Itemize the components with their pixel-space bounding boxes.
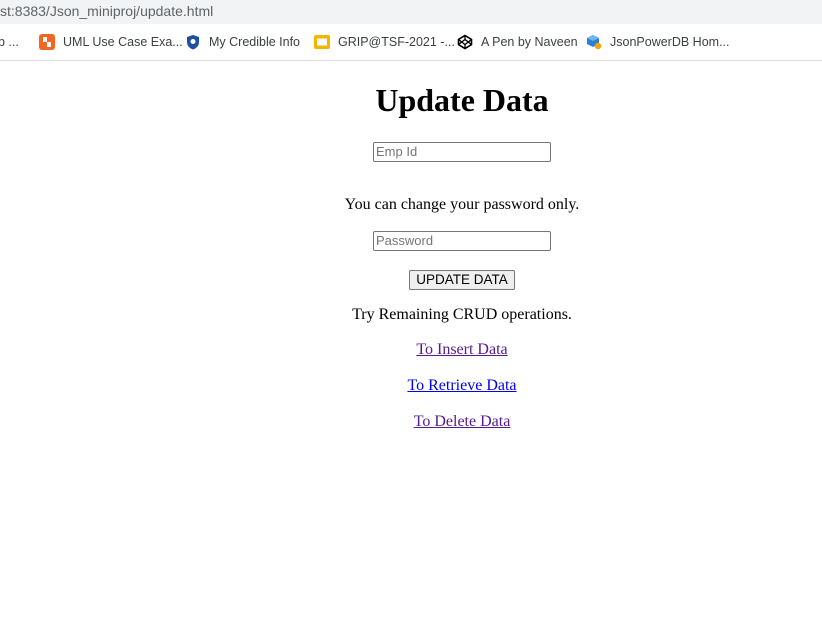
jsonpowerdb-icon — [586, 34, 602, 50]
emp-id-input[interactable] — [373, 141, 551, 162]
bookmark-uml-use-case[interactable]: UML Use Case Exa... — [39, 33, 183, 51]
shield-icon — [185, 34, 201, 50]
insert-link-row: To Insert Data — [0, 339, 822, 360]
insert-data-link[interactable]: To Insert Data — [416, 341, 507, 358]
delete-data-link[interactable]: To Delete Data — [414, 413, 511, 430]
bookmark-grip-tsf[interactable]: GRIP@TSF-2021 -... — [314, 33, 455, 51]
password-input[interactable] — [373, 230, 551, 251]
page-title: Update Data — [375, 82, 549, 118]
bookmark-truncated[interactable]: b ... — [0, 33, 19, 51]
bookmarks-bar: b ... UML Use Case Exa... My Credible In… — [0, 24, 822, 61]
codepen-icon — [457, 34, 473, 50]
retrieve-data-link[interactable]: To Retrieve Data — [407, 377, 516, 394]
bookmark-label: JsonPowerDB Hom... — [610, 35, 730, 49]
emp-id-row — [0, 141, 822, 162]
bookmark-label: UML Use Case Exa... — [63, 35, 183, 49]
update-button-row: UPDATE DATA — [0, 269, 822, 290]
crud-text: Try Remaining CRUD operations. — [352, 306, 572, 323]
bookmark-jsonpowerdb[interactable]: JsonPowerDB Hom... — [586, 33, 729, 51]
bookmark-label: GRIP@TSF-2021 -... — [338, 35, 455, 49]
address-bar[interactable]: st:8383/Json_miniproj/update.html — [0, 0, 822, 24]
update-data-button[interactable]: UPDATE DATA — [409, 269, 515, 290]
retrieve-link-row: To Retrieve Data — [0, 375, 822, 396]
bookmark-a-pen-by-naveen[interactable]: A Pen by Naveen — [457, 33, 578, 51]
bookmark-label: b ... — [0, 35, 19, 49]
url-text[interactable]: st:8383/Json_miniproj/update.html — [0, 3, 213, 19]
lucidchart-icon — [39, 34, 55, 50]
delete-link-row: To Delete Data — [0, 411, 822, 432]
password-row — [0, 230, 822, 251]
bookmark-label: A Pen by Naveen — [481, 35, 578, 49]
page-content: Update Data You can change your password… — [0, 61, 822, 622]
password-note: You can change your password only. — [344, 196, 580, 213]
slides-icon — [314, 34, 330, 50]
bookmark-label: My Credible Info — [209, 35, 301, 49]
bookmark-my-credible-info[interactable]: My Credible Info — [185, 33, 300, 51]
